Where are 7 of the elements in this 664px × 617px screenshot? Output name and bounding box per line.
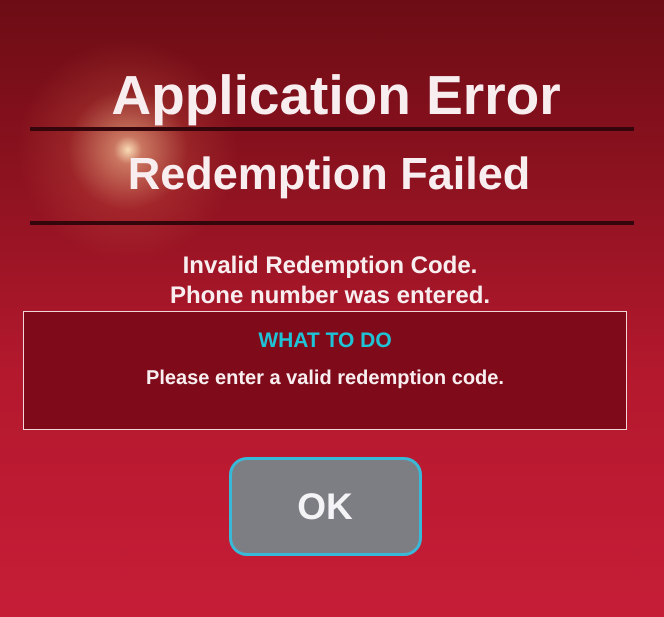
message-text: Invalid Redemption Code. [182, 251, 478, 281]
error-subtitle: Redemption Failed [128, 148, 530, 200]
ok-button[interactable]: OK [228, 457, 422, 556]
info-text: Please enter a valid redemption code. [146, 366, 504, 390]
info-heading: WHAT TO DO [258, 329, 392, 353]
error-title: Application Error [111, 63, 561, 127]
message-text: Phone number was entered. [170, 281, 490, 311]
